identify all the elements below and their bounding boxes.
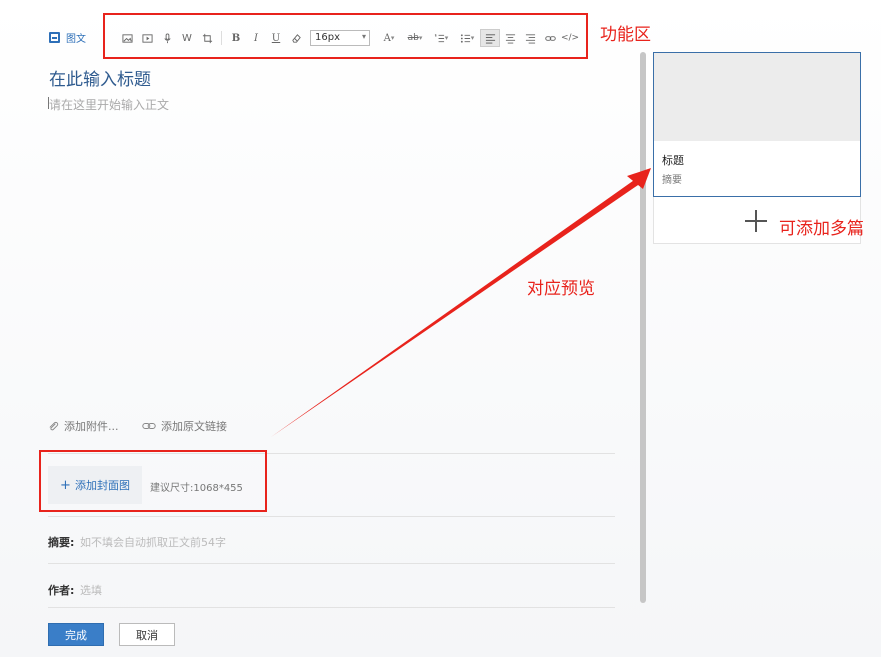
- preview-card-title: 标题: [662, 154, 684, 167]
- toolbar-annotation: 功能区: [600, 25, 651, 45]
- body-editor[interactable]: 请在这里开始输入正文: [49, 96, 169, 113]
- chain-icon: [142, 423, 156, 429]
- divider: [48, 607, 615, 608]
- tab-article[interactable]: 图文: [49, 30, 86, 45]
- add-origin-link-label: 添加原文链接: [161, 420, 227, 433]
- preview-cover-thumbnail: [654, 53, 860, 141]
- digest-input[interactable]: 如不填会自动抓取正文前54字: [80, 534, 600, 550]
- add-origin-link-button[interactable]: 添加原文链接: [142, 418, 227, 434]
- author-input[interactable]: 选填: [80, 582, 600, 598]
- tab-label: 图文: [66, 33, 86, 45]
- author-label: 作者:: [48, 584, 75, 597]
- paperclip-icon: [49, 421, 59, 430]
- done-button[interactable]: 完成: [48, 623, 104, 646]
- toolbar-highlight-box: [103, 13, 588, 59]
- scrollbar[interactable]: [640, 52, 646, 603]
- preview-card-digest: 摘要: [662, 175, 682, 186]
- title-input[interactable]: 在此输入标题: [49, 65, 151, 90]
- preview-annotation: 对应预览: [527, 279, 595, 299]
- divider: [48, 563, 615, 564]
- digest-label: 摘要:: [48, 536, 75, 549]
- add-article-button[interactable]: [745, 210, 767, 232]
- add-attachment-label: 添加附件...: [64, 420, 119, 433]
- add-more-annotation: 可添加多篇: [779, 219, 864, 239]
- add-attachment-button[interactable]: 添加附件...: [48, 418, 119, 434]
- divider: [48, 516, 615, 517]
- doc-tab-icon: [49, 31, 60, 43]
- cover-highlight-box: [39, 450, 267, 512]
- cancel-button[interactable]: 取消: [119, 623, 175, 646]
